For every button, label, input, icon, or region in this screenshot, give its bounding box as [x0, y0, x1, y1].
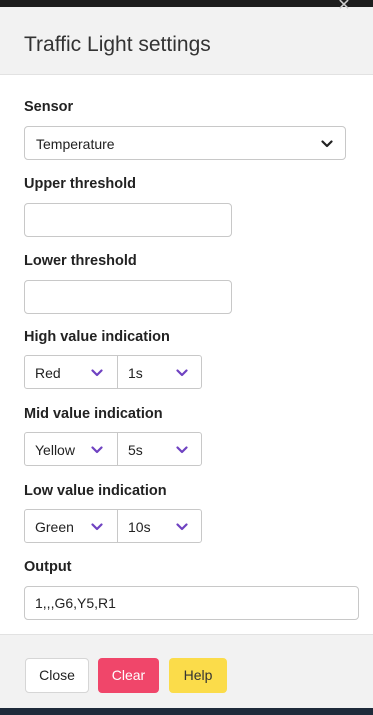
sensor-label: Sensor	[24, 99, 74, 115]
chevron-down-icon	[321, 140, 333, 148]
low-duration-select[interactable]: 10s	[128, 519, 151, 535]
high-color-select[interactable]: Red	[35, 365, 61, 381]
low-color-select[interactable]: Green	[35, 519, 74, 535]
clear-button[interactable]: Clear	[98, 658, 159, 693]
high-value-label: High value indication	[24, 329, 170, 345]
mid-value-selects: Yellow 5s	[24, 432, 202, 466]
select-divider	[117, 356, 118, 388]
high-value-selects: Red 1s	[24, 355, 202, 389]
output-label: Output	[24, 559, 72, 575]
chevron-down-icon	[176, 446, 188, 454]
close-icon[interactable]: ✕	[337, 0, 351, 14]
upper-threshold-label: Upper threshold	[24, 176, 136, 192]
chevron-down-icon	[91, 369, 103, 377]
sensor-select[interactable]: Temperature	[24, 126, 346, 160]
low-value-selects: Green 10s	[24, 509, 202, 543]
low-value-label: Low value indication	[24, 483, 167, 499]
mid-color-select[interactable]: Yellow	[35, 442, 75, 458]
high-duration-select[interactable]: 1s	[128, 365, 143, 381]
select-divider	[117, 510, 118, 542]
lower-threshold-input[interactable]	[24, 280, 232, 314]
upper-threshold-input[interactable]	[24, 203, 232, 237]
lower-threshold-label: Lower threshold	[24, 253, 137, 269]
dialog-title: Traffic Light settings	[24, 33, 211, 56]
close-button[interactable]: Close	[25, 658, 89, 693]
mid-duration-select[interactable]: 5s	[128, 442, 143, 458]
output-value: 1,,,G6,Y5,R1	[35, 595, 116, 611]
chevron-down-icon	[91, 446, 103, 454]
mid-value-label: Mid value indication	[24, 406, 163, 422]
bottom-edge-bar	[0, 708, 373, 715]
output-field[interactable]: 1,,,G6,Y5,R1	[24, 586, 359, 620]
dialog-header: Traffic Light settings	[0, 7, 373, 75]
help-button[interactable]: Help	[169, 658, 227, 693]
sensor-select-value: Temperature	[36, 136, 115, 152]
chevron-down-icon	[176, 369, 188, 377]
top-edge-bar	[0, 0, 373, 7]
chevron-down-icon	[176, 523, 188, 531]
chevron-down-icon	[91, 523, 103, 531]
select-divider	[117, 433, 118, 465]
